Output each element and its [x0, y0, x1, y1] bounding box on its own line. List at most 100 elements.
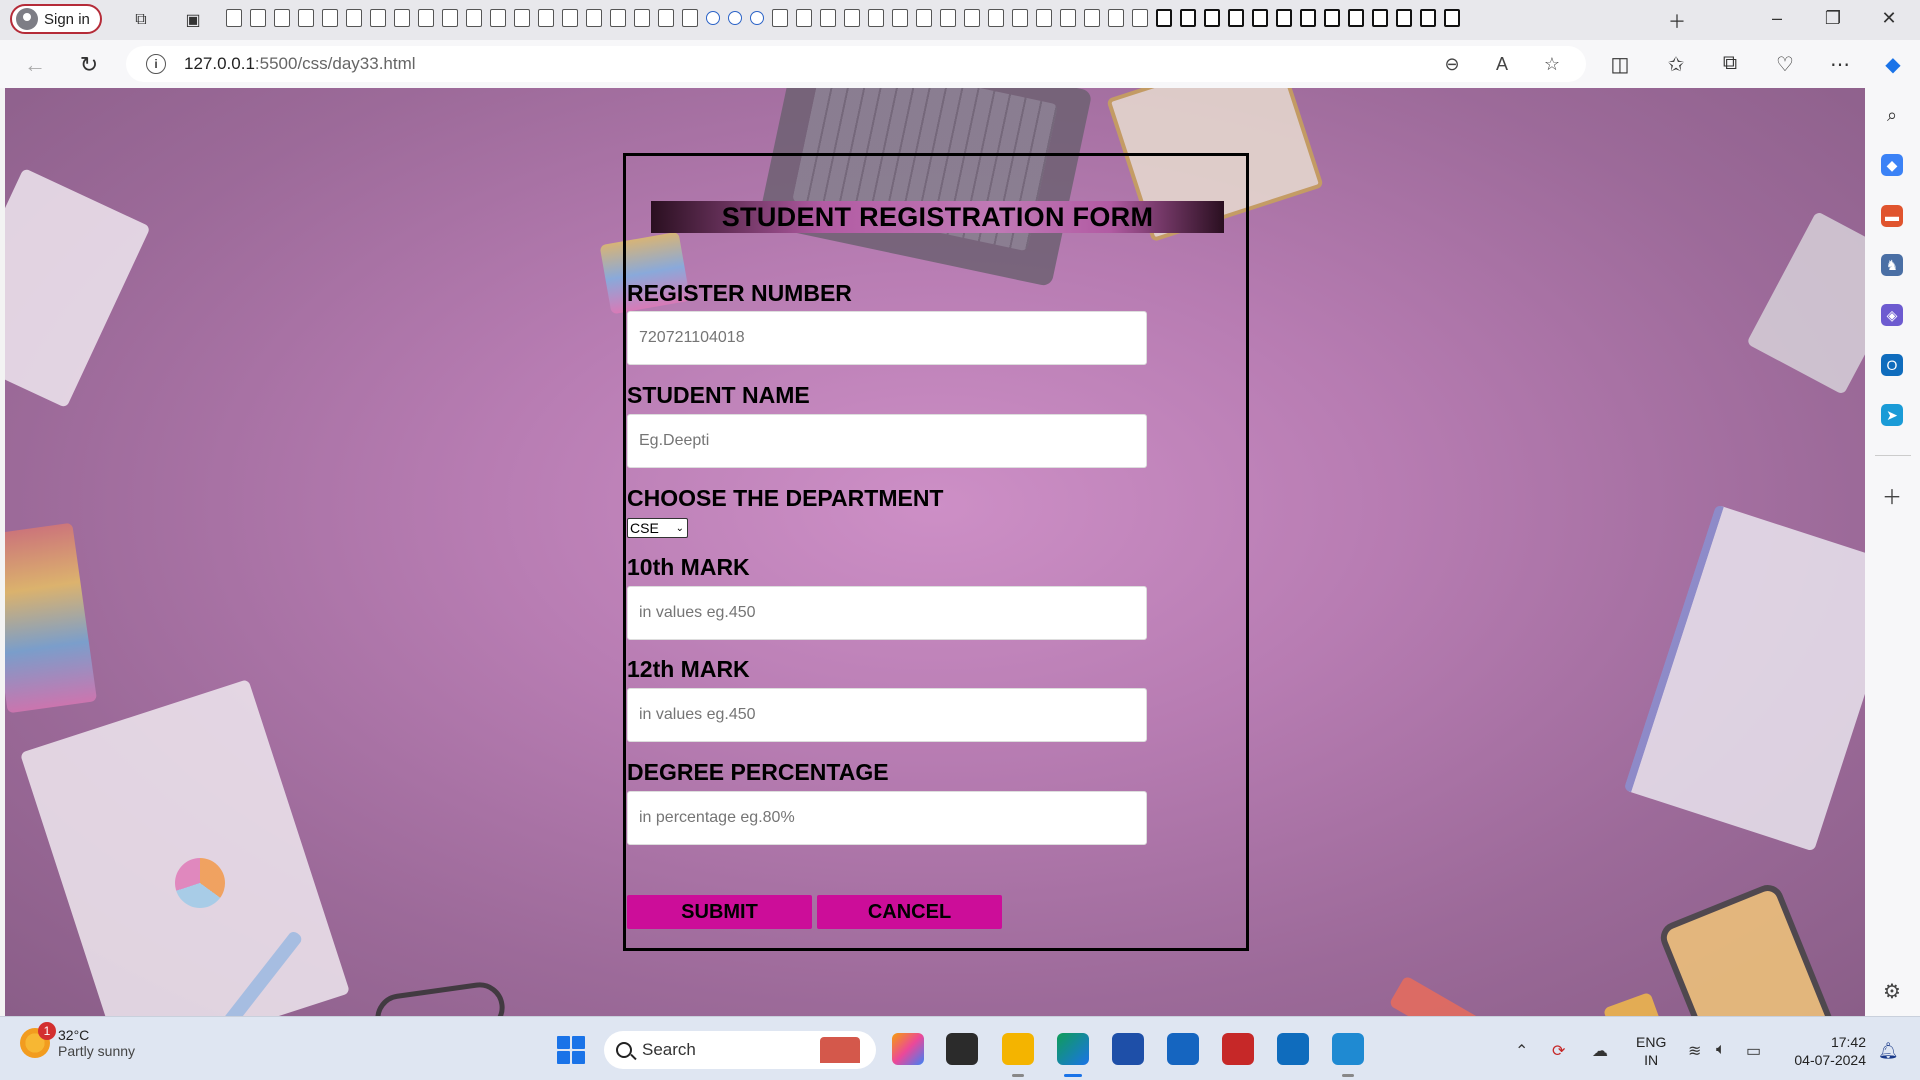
tab[interactable] [298, 9, 314, 27]
file-explorer-icon[interactable] [1002, 1033, 1034, 1065]
minimize-icon[interactable]: – [1762, 8, 1792, 29]
tab[interactable] [1324, 9, 1340, 27]
tab[interactable] [892, 9, 908, 27]
tab[interactable] [1036, 9, 1052, 27]
favorite-star-icon[interactable]: ☆ [1540, 54, 1564, 75]
onedrive-icon[interactable]: ☁ [1592, 1041, 1608, 1061]
task-view-icon[interactable] [946, 1033, 978, 1065]
microsoft-365-icon[interactable]: ◈ [1881, 304, 1903, 326]
new-tab-icon[interactable]: ＋ [1662, 8, 1692, 34]
battery-icon[interactable]: ▭ [1746, 1041, 1761, 1061]
tab[interactable] [442, 9, 458, 27]
outlook-icon[interactable]: O [1881, 354, 1903, 376]
tab[interactable] [844, 9, 860, 27]
workspaces-icon[interactable]: ⧉ [131, 10, 151, 30]
tab[interactable] [634, 9, 650, 27]
tab[interactable] [1252, 9, 1268, 27]
vscode-icon[interactable] [1332, 1033, 1364, 1065]
drop-icon[interactable]: ➤ [1881, 404, 1903, 426]
tenth-mark-input[interactable]: in values eg.450 [627, 586, 1147, 640]
mcafee-icon[interactable] [1222, 1033, 1254, 1065]
tab[interactable] [682, 9, 698, 27]
tab[interactable] [370, 9, 386, 27]
zoom-out-icon[interactable]: ⊖ [1440, 54, 1464, 75]
tab[interactable] [728, 11, 742, 25]
tab[interactable] [466, 9, 482, 27]
tab[interactable] [1108, 9, 1124, 27]
toolbox-icon[interactable]: ▬ [1881, 205, 1903, 227]
tab[interactable] [514, 9, 530, 27]
tab[interactable] [586, 9, 602, 27]
department-select[interactable]: CSE ⌄ [627, 518, 688, 538]
tab[interactable] [1204, 9, 1220, 27]
tab[interactable] [418, 9, 434, 27]
tab[interactable] [274, 9, 290, 27]
tab[interactable] [490, 9, 506, 27]
tab[interactable] [250, 9, 266, 27]
address-bar[interactable]: i 127.0.0.1:5500/css/day33.html ⊖ A ☆ [126, 46, 1586, 82]
tab[interactable] [1300, 9, 1316, 27]
tab[interactable] [322, 9, 338, 27]
sync-icon[interactable]: ⟳ [1552, 1041, 1565, 1061]
tab[interactable] [226, 9, 242, 27]
tray-overflow-chevron-icon[interactable]: ⌃ [1515, 1041, 1528, 1061]
tab[interactable] [1012, 9, 1028, 27]
tab[interactable] [1396, 9, 1412, 27]
copilot-icon[interactable]: ◆ [1880, 52, 1906, 77]
tab-actions-icon[interactable]: ▣ [183, 10, 203, 30]
tab[interactable] [796, 9, 812, 27]
tab[interactable] [1084, 9, 1100, 27]
tab[interactable] [772, 9, 788, 27]
add-sidebar-app-icon[interactable]: ＋ [1881, 484, 1903, 509]
edge-browser-icon[interactable] [1057, 1033, 1089, 1065]
tab[interactable] [1132, 9, 1148, 27]
tab[interactable] [706, 11, 720, 25]
tab[interactable] [1156, 9, 1172, 27]
tab[interactable] [562, 9, 578, 27]
games-icon[interactable]: ♞ [1881, 254, 1903, 276]
tab[interactable] [1420, 9, 1436, 27]
favorites-icon[interactable]: ✩ [1663, 52, 1689, 77]
tab[interactable] [868, 9, 884, 27]
student-name-input[interactable]: Eg.Deepti [627, 414, 1147, 468]
tab[interactable] [1372, 9, 1388, 27]
sign-in-button[interactable]: Sign in [10, 4, 102, 34]
weather-widget[interactable]: 1 32°C Partly sunny [20, 1022, 135, 1059]
sidebar-search-icon[interactable]: ⌕ [1881, 104, 1903, 126]
tab[interactable] [820, 9, 836, 27]
read-aloud-icon[interactable]: A [1490, 54, 1514, 75]
tab[interactable] [1348, 9, 1364, 27]
language-indicator[interactable]: ENG IN [1636, 1033, 1666, 1069]
start-windows-icon[interactable] [557, 1036, 585, 1064]
collections-icon[interactable]: ⧉ [1717, 52, 1743, 75]
tab[interactable] [964, 9, 980, 27]
microsoft-store-icon[interactable] [1112, 1033, 1144, 1065]
tab[interactable] [1180, 9, 1196, 27]
more-menu-icon[interactable]: ⋯ [1827, 52, 1853, 77]
restore-icon[interactable]: ❐ [1818, 8, 1848, 29]
tab[interactable] [940, 9, 956, 27]
tab[interactable] [1444, 9, 1460, 27]
shopping-tag-icon[interactable]: ◆ [1881, 154, 1903, 176]
back-icon[interactable]: ← [20, 52, 50, 78]
wifi-icon[interactable]: ≋ [1688, 1041, 1701, 1061]
tab[interactable] [1276, 9, 1292, 27]
tab[interactable] [346, 9, 362, 27]
copilot-app-icon[interactable] [892, 1033, 924, 1065]
split-screen-icon[interactable]: ◫ [1607, 52, 1633, 77]
dell-app-icon[interactable] [1167, 1033, 1199, 1065]
notification-bell-icon[interactable]: 🔔︎ [1878, 1041, 1898, 1061]
browser-essentials-icon[interactable]: ♡ [1772, 52, 1798, 77]
tab[interactable] [1060, 9, 1076, 27]
tab[interactable] [750, 11, 764, 25]
tab[interactable] [394, 9, 410, 27]
volume-icon[interactable]: 🔈︎ [1716, 1041, 1726, 1059]
submit-button[interactable]: SUBMIT [627, 895, 812, 929]
tab[interactable] [988, 9, 1004, 27]
twelfth-mark-input[interactable]: in values eg.450 [627, 688, 1147, 742]
reload-icon[interactable]: ↻ [74, 52, 104, 78]
degree-percentage-input[interactable]: in percentage eg.80% [627, 791, 1147, 845]
tab[interactable] [538, 9, 554, 27]
outlook-new-icon[interactable] [1277, 1033, 1309, 1065]
close-icon[interactable]: ✕ [1874, 8, 1904, 29]
